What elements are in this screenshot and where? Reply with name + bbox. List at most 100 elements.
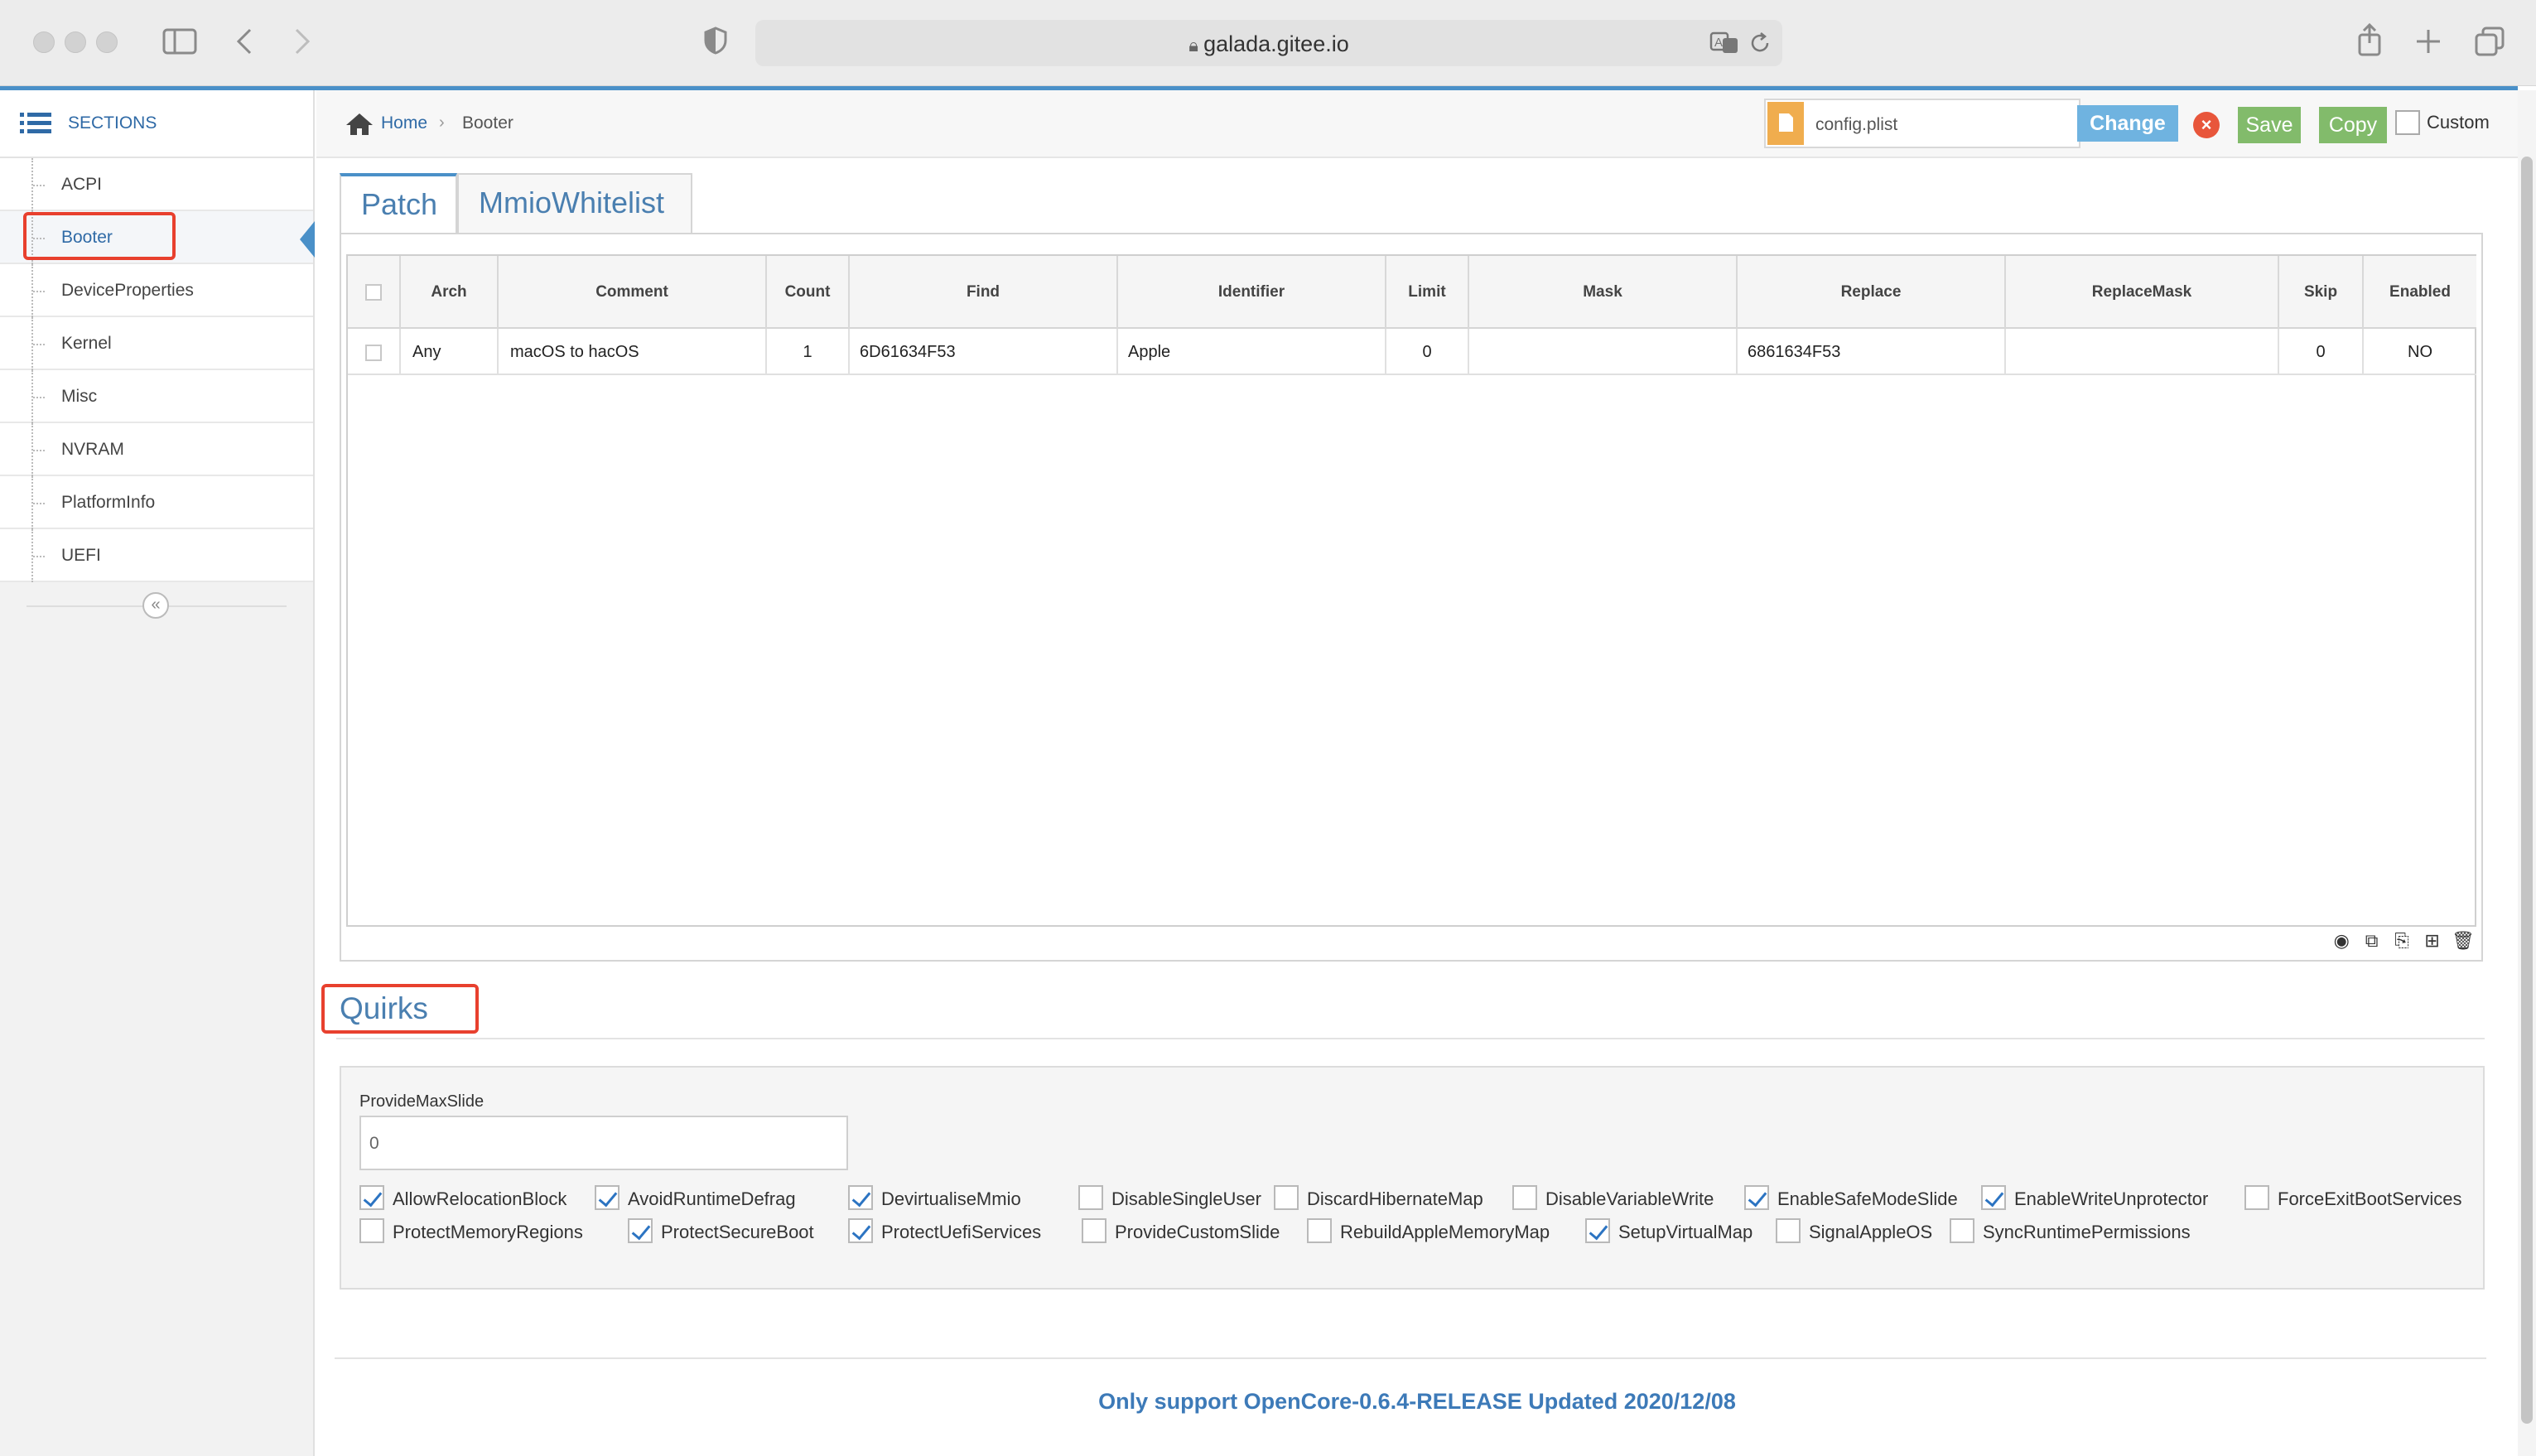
column-header-skip[interactable]: Skip	[2279, 256, 2364, 329]
new-tab-icon[interactable]	[2415, 28, 2442, 55]
reload-icon[interactable]	[1749, 31, 1771, 55]
copy-row-icon[interactable]: ⧉	[2361, 930, 2383, 952]
checkbox-box[interactable]	[359, 1185, 384, 1210]
main-content: Home › Booter config.plist Change × Save…	[316, 90, 2518, 1456]
cell-identifier[interactable]: Apple	[1118, 329, 1386, 375]
quirk-label: ProtectMemoryRegions	[393, 1222, 583, 1242]
svg-text:A: A	[1714, 36, 1723, 50]
sidebar-toggle-icon[interactable]	[162, 28, 197, 55]
cell-enabled[interactable]: NO	[2364, 329, 2476, 375]
table-row[interactable]: Any macOS to hacOS 1 6D61634F53 Apple 0 …	[348, 329, 2476, 375]
translate-icon[interactable]: A	[1709, 31, 1739, 55]
checkbox-box[interactable]	[595, 1185, 620, 1210]
collapse-sidebar-button[interactable]: «	[142, 592, 169, 619]
cell-mask[interactable]	[1469, 329, 1738, 375]
add-row-icon[interactable]: ⊞	[2422, 930, 2443, 952]
sidebar-item-acpi[interactable]: ACPI	[0, 158, 313, 211]
share-icon[interactable]	[2357, 23, 2382, 56]
page-scrollbar[interactable]	[2518, 90, 2536, 1456]
column-header-find[interactable]: Find	[850, 256, 1118, 329]
checkbox-box[interactable]	[848, 1185, 873, 1210]
checkbox-box[interactable]	[1585, 1218, 1610, 1243]
sidebar-item-kernel[interactable]: Kernel	[0, 317, 313, 370]
minimize-window-button[interactable]	[65, 31, 86, 53]
column-header-comment[interactable]: Comment	[499, 256, 767, 329]
tab-patch[interactable]: Patch	[340, 173, 457, 236]
file-icon	[1767, 102, 1804, 145]
checkbox-box[interactable]	[1981, 1185, 2006, 1210]
checkbox-box[interactable]	[2244, 1185, 2269, 1210]
view-icon[interactable]: ◉	[2331, 930, 2352, 952]
checkbox-box[interactable]	[359, 1218, 384, 1243]
sidebar: SECTIONS ACPI Booter DeviceProperties Ke…	[0, 90, 315, 1456]
column-header-mask[interactable]: Mask	[1469, 256, 1738, 329]
paste-row-icon[interactable]: ⎘	[2391, 930, 2413, 952]
sidebar-item-uefi[interactable]: UEFI	[0, 529, 313, 582]
cell-arch[interactable]: Any	[401, 329, 499, 375]
checkbox-box[interactable]	[1512, 1185, 1537, 1210]
sidebar-item-misc[interactable]: Misc	[0, 370, 313, 423]
checkbox-box[interactable]	[1307, 1218, 1332, 1243]
cell-limit[interactable]: 0	[1386, 329, 1469, 375]
zoom-window-button[interactable]	[96, 31, 118, 53]
column-header-arch[interactable]: Arch	[401, 256, 499, 329]
quirk-label: ProtectUefiServices	[881, 1222, 1042, 1242]
row-checkbox[interactable]	[365, 344, 382, 361]
address-bar[interactable]: 🔒︎ galada.gitee.io A	[755, 20, 1782, 66]
clear-file-icon[interactable]: ×	[2193, 112, 2220, 138]
quirk-label: AllowRelocationBlock	[393, 1188, 567, 1209]
quirk-label: ForceExitBootServices	[2278, 1188, 2462, 1209]
back-icon[interactable]	[235, 28, 253, 55]
column-header-count[interactable]: Count	[767, 256, 850, 329]
cell-count[interactable]: 1	[767, 329, 850, 375]
cell-replace[interactable]: 6861634F53	[1738, 329, 2006, 375]
select-all-cell	[348, 256, 401, 329]
url-label: galada.gitee.io	[1203, 31, 1349, 56]
cell-find[interactable]: 6D61634F53	[850, 329, 1118, 375]
quirk-label: ProtectSecureBoot	[661, 1222, 814, 1242]
quirk-label: DisableSingleUser	[1111, 1188, 1261, 1209]
sidebar-item-label: DeviceProperties	[61, 281, 194, 300]
checkbox-box[interactable]	[848, 1218, 873, 1243]
copy-button[interactable]: Copy	[2319, 107, 2387, 143]
cell-comment[interactable]: macOS to hacOS	[499, 329, 767, 375]
tab-mmiowhitelist[interactable]: MmioWhitelist	[457, 173, 692, 234]
tab-overview-icon[interactable]	[2475, 27, 2505, 56]
sidebar-item-deviceproperties[interactable]: DeviceProperties	[0, 264, 313, 317]
scrollbar-thumb[interactable]	[2521, 157, 2533, 1424]
file-picker[interactable]: config.plist	[1764, 99, 2080, 148]
privacy-shield-icon[interactable]	[704, 27, 727, 55]
checkbox-box[interactable]	[1744, 1185, 1769, 1210]
delete-row-icon[interactable]: 🗑︎	[2452, 930, 2475, 952]
change-file-button[interactable]: Change	[2077, 105, 2178, 142]
url-text: 🔒︎ galada.gitee.io	[755, 31, 1782, 57]
checkbox-box[interactable]	[1950, 1218, 1974, 1243]
sidebar-item-platforminfo[interactable]: PlatformInfo	[0, 476, 313, 529]
custom-checkbox[interactable]	[2395, 110, 2420, 135]
checkbox-box[interactable]	[1776, 1218, 1801, 1243]
quirk-label: SetupVirtualMap	[1618, 1222, 1753, 1242]
forward-icon[interactable]	[293, 28, 311, 55]
save-button[interactable]: Save	[2238, 107, 2301, 143]
cell-replacemask[interactable]	[2006, 329, 2279, 375]
active-indicator	[300, 221, 315, 258]
column-header-limit[interactable]: Limit	[1386, 256, 1469, 329]
provide-max-slide-input[interactable]: 0	[359, 1116, 848, 1170]
close-window-button[interactable]	[33, 31, 55, 53]
custom-label: Custom	[2427, 112, 2490, 133]
column-header-replacemask[interactable]: ReplaceMask	[2006, 256, 2279, 329]
quirk-label: DevirtualiseMmio	[881, 1188, 1021, 1209]
sidebar-item-nvram[interactable]: NVRAM	[0, 423, 313, 476]
checkbox-box[interactable]	[628, 1218, 653, 1243]
column-header-replace[interactable]: Replace	[1738, 256, 2006, 329]
breadcrumb-home-link[interactable]: Home	[381, 113, 427, 133]
cell-skip[interactable]: 0	[2279, 329, 2364, 375]
select-all-checkbox[interactable]	[365, 283, 382, 301]
column-header-identifier[interactable]: Identifier	[1118, 256, 1386, 329]
checkbox-box[interactable]	[1082, 1218, 1106, 1243]
checkbox-box[interactable]	[1274, 1185, 1299, 1210]
column-header-enabled[interactable]: Enabled	[2364, 256, 2476, 329]
home-icon[interactable]	[345, 112, 374, 137]
checkbox-box[interactable]	[1078, 1185, 1103, 1210]
sidebar-header: SECTIONS	[0, 90, 313, 158]
